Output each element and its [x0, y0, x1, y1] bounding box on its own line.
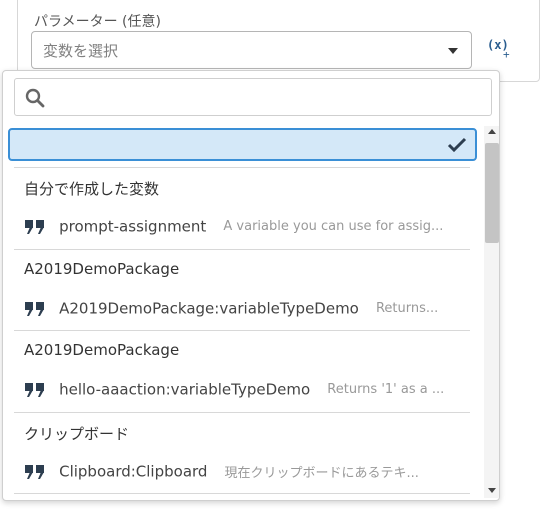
group-title: A2019DemoPackage	[24, 260, 180, 278]
search-input[interactable]	[55, 85, 475, 109]
item-name: A2019DemoPackage:variableTypeDemo	[59, 299, 359, 318]
list-item[interactable]: A2019DemoPackage:variableTypeDemo Return…	[24, 298, 469, 320]
item-description: A variable you can use for assig...	[223, 219, 444, 234]
search-icon	[25, 88, 45, 108]
check-icon	[447, 137, 467, 153]
list-item[interactable]: Clipboard:Clipboard 現在クリップボードにあるテキ...	[24, 461, 469, 483]
group-title: 自分で作成した変数	[24, 180, 160, 198]
variable-dropdown: 自分で作成した変数 prompt-assignment A variable y…	[2, 70, 500, 501]
variable-group: A2019DemoPackage hello-aaaction:variable…	[14, 330, 470, 412]
quote-icon	[25, 219, 44, 234]
list-divider	[14, 493, 470, 498]
selected-empty-option[interactable]	[8, 128, 477, 161]
scrollbar[interactable]	[484, 126, 499, 498]
variable-group: A2019DemoPackage A2019DemoPackage:variab…	[14, 249, 470, 331]
item-description: Returns '1' as a ...	[327, 382, 445, 397]
quote-icon	[25, 464, 44, 479]
scroll-up-icon[interactable]	[488, 129, 496, 134]
item-name: Clipboard:Clipboard	[59, 462, 208, 481]
list-item[interactable]: prompt-assignment A variable you can use…	[24, 216, 469, 238]
item-name: prompt-assignment	[59, 217, 207, 236]
item-description: Returns...	[375, 301, 439, 316]
quote-icon	[25, 382, 44, 397]
chevron-down-icon	[448, 48, 458, 54]
group-title: A2019DemoPackage	[24, 341, 180, 359]
variable-list: 自分で作成した変数 prompt-assignment A variable y…	[3, 126, 481, 498]
quote-icon	[25, 301, 44, 316]
variable-group: クリップボード Clipboard:Clipboard 現在クリップボードにある…	[14, 412, 470, 494]
variable-group: 自分で作成した変数 prompt-assignment A variable y…	[14, 167, 470, 249]
variable-select[interactable]: 変数を選択	[31, 31, 472, 69]
plus-icon: +	[503, 48, 510, 61]
scroll-thumb[interactable]	[485, 143, 499, 243]
group-title: クリップボード	[24, 425, 130, 443]
item-name: hello-aaaction:variableTypeDemo	[59, 380, 311, 399]
select-placeholder: 変数を選択	[43, 42, 119, 60]
search-box[interactable]	[14, 78, 492, 116]
item-description: 現在クリップボードにあるテキ...	[224, 466, 419, 481]
list-item[interactable]: hello-aaaction:variableTypeDemo Returns …	[24, 379, 469, 401]
insert-variable-button[interactable]: (x) +	[487, 38, 513, 64]
parameter-label: パラメーター (任意)	[34, 14, 161, 30]
scroll-down-icon[interactable]	[488, 488, 496, 493]
